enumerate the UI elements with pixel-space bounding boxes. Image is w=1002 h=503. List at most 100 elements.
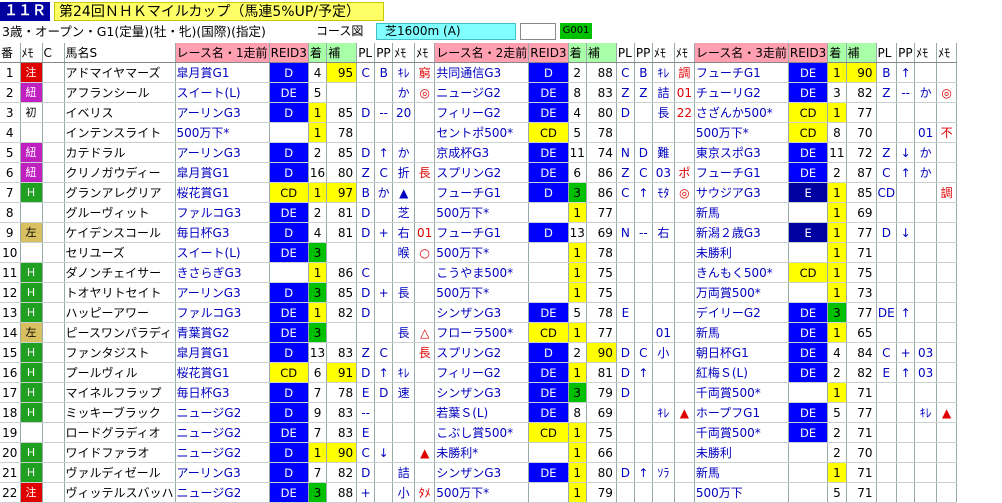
prev-race-name[interactable]: スプリンG2 (434, 342, 530, 363)
prev-race-name[interactable]: 桜花賞G1 (175, 362, 270, 383)
col-header-chaku2[interactable]: 着 (568, 43, 587, 63)
prev-race-name[interactable]: 万両賞500* (694, 282, 789, 303)
prev-race-name[interactable]: 500万下* (434, 202, 530, 223)
horse-name[interactable]: ファンタジスト (64, 342, 176, 363)
prev-race-name[interactable]: スプリンG2 (434, 162, 530, 183)
prev-race-name[interactable]: フィリーG2 (434, 362, 530, 383)
prev-race-name[interactable]: こうやま500* (434, 262, 530, 283)
prev-race-name[interactable]: ニュージG2 (175, 402, 270, 423)
prev-race-name[interactable]: ホープフG1 (694, 402, 789, 423)
prev-race-name[interactable]: デイリーG2 (694, 302, 789, 323)
prev-race-name[interactable]: フューチG1 (694, 62, 789, 83)
course-map-label[interactable]: コース図 (316, 23, 372, 40)
prev-race-name[interactable]: フィリーG2 (434, 102, 530, 123)
blank-field[interactable] (520, 23, 556, 40)
horse-mark[interactable]: H (20, 382, 43, 403)
horse-name[interactable]: ミッキーブラック (64, 402, 176, 423)
table-row[interactable]: 16 H プールヴィル 桜花賞G1 CD 6 91 D ↑ ｷﾚ フィリーG2 DE 1 81 D ↑ 紅梅Ｓ(… (0, 362, 958, 383)
table-row[interactable]: 1 注アドマイヤマーズ 皐月賞G1 D 4 95 C B ｷﾚ窮共同通信G3 D 2 88 C B ｷﾚ調フ… (0, 62, 958, 83)
col-header-me3[interactable]: ﾒﾓ (914, 43, 938, 63)
col-header-me1[interactable]: ﾒﾓ (392, 43, 416, 63)
prev-race-name[interactable]: 皐月賞G1 (175, 62, 270, 83)
horse-mark[interactable]: 紐 (20, 162, 43, 183)
prev-race-name[interactable]: チューリG2 (694, 82, 789, 103)
horse-name[interactable]: ケイデンスコール (64, 222, 176, 243)
prev-race-name[interactable]: 桜花賞G1 (175, 182, 270, 203)
horse-mark[interactable] (20, 122, 43, 143)
col-header-name[interactable]: 馬名S (64, 43, 176, 63)
prev-race-name[interactable]: 500万下* (434, 242, 530, 263)
col-header-chaku1[interactable]: 着 (308, 43, 328, 63)
prev-race-name[interactable]: 紅梅Ｓ(L) (694, 362, 789, 383)
horse-name[interactable]: マイネルフラップ (64, 382, 176, 403)
prev-race-name[interactable]: スイート(L) (175, 82, 270, 103)
prev-race-name[interactable]: こぶし賞500* (434, 422, 530, 443)
table-row[interactable]: 13 H ハッピーアワー ファルコG3 DE 1 82 D シンザンG3 DE 5 78 E デイリーG2… (0, 302, 958, 323)
table-row[interactable]: 5 紐カテドラル アーリンG3 D 2 85 D ↑ か京成杯G3 DE 11 74 N D 難東京スポG3… (0, 142, 958, 163)
prev-race-name[interactable]: 未勝利 (694, 242, 789, 263)
prev-race-name[interactable]: ニュージG2 (175, 482, 270, 503)
table-row[interactable]: 22 注 ヴィッテルスバッハ ニュージG2 DE 3 88 + 小ﾀﾒ 500万下* 1 79 500万… (0, 482, 958, 503)
prev-race-name[interactable]: 皐月賞G1 (175, 162, 270, 183)
col-header-pp1[interactable]: PP (374, 43, 394, 63)
horse-mark[interactable]: H (20, 262, 43, 283)
col-header-prev3[interactable]: レース名・3走前 (694, 43, 789, 63)
horse-mark[interactable] (20, 422, 43, 443)
horse-name[interactable]: ダノンチェイサー (64, 262, 176, 283)
prev-race-name[interactable]: 朝日杯G1 (694, 342, 789, 363)
prev-race-name[interactable]: フューチG1 (434, 222, 530, 243)
col-header-ho1[interactable]: 補 (326, 43, 358, 63)
prev-race-name[interactable]: 千両賞500* (694, 382, 789, 403)
horse-mark[interactable]: 紐 (20, 142, 43, 163)
col-header-memo2-2[interactable]: ﾒﾓ (674, 43, 695, 63)
prev-race-name[interactable]: 新馬 (694, 202, 789, 223)
col-header-memo[interactable]: ﾒﾓ (20, 43, 43, 63)
table-row[interactable]: 17 H マイネルフラップ 毎日杯G3 D 7 78 E D 速シンザンG3 DE 3 79 D 千両賞50… (0, 382, 958, 403)
prev-race-name[interactable]: フューチG1 (694, 162, 789, 183)
table-row[interactable]: 3 初イベリス アーリンG3 D 1 85 D -- 20 フィリーG2 DE 4 80 D 長 22 さざんか… (0, 102, 958, 123)
prev-race-name[interactable]: 青葉賞G2 (175, 322, 270, 343)
col-header-pci1[interactable]: REID3 (269, 43, 309, 63)
prev-race-name[interactable]: 京成杯G3 (434, 142, 530, 163)
col-header-pci2[interactable]: REID3 (528, 43, 569, 63)
prev-race-name[interactable]: 皐月賞G1 (175, 342, 270, 363)
horse-mark[interactable]: 注 (20, 482, 43, 503)
prev-race-name[interactable]: フローラ500* (434, 322, 530, 343)
prev-race-name[interactable]: 千両賞500* (694, 422, 789, 443)
prev-race-name[interactable]: きんもく500* (694, 262, 789, 283)
horse-name[interactable]: ロードグラディオ (64, 422, 176, 443)
horse-mark[interactable]: H (20, 402, 43, 423)
prev-race-name[interactable]: さざんか500* (694, 102, 789, 123)
prev-race-name[interactable]: ファルコG3 (175, 302, 270, 323)
prev-race-name[interactable]: フューチG1 (434, 182, 530, 203)
table-row[interactable]: 7 H グランアレグリア 桜花賞G1 CD 1 97 B か ▲ フューチG1 D 3 86 C ↑ ﾓﾀ ◎ サウ… (0, 182, 958, 203)
horse-mark[interactable]: 左 (20, 322, 43, 343)
horse-name[interactable]: グランアレグリア (64, 182, 176, 203)
col-header-pl3[interactable]: PL (876, 43, 898, 63)
prev-race-name[interactable]: 500万下* (434, 282, 530, 303)
table-row[interactable]: 11 H ダノンチェイサー きさらぎG3 1 86 C こうやま500* 1 75 きんもく500*… (0, 262, 958, 283)
table-row[interactable]: 9 左ケイデンスコール 毎日杯G3 D 4 81 D + 右 01 フューチG1 D 13 69 N -- 右新… (0, 222, 958, 243)
table-row[interactable]: 12 H トオヤリトセイト アーリンG3 D 3 85 D + 長 500万下* 1 75 万両賞500*… (0, 282, 958, 303)
prev-race-name[interactable]: シンザンG3 (434, 382, 530, 403)
horse-mark[interactable]: 紐 (20, 82, 43, 103)
horse-name[interactable]: インテンスライト (64, 122, 176, 143)
horse-mark[interactable]: H (20, 282, 43, 303)
horse-name[interactable]: アフランシール (64, 82, 176, 103)
horse-name[interactable]: クリノガウディー (64, 162, 176, 183)
prev-race-name[interactable]: スイート(L) (175, 242, 270, 263)
col-header-pci3[interactable]: REID3 (788, 43, 829, 63)
prev-race-name[interactable]: サウジアG3 (694, 182, 789, 203)
prev-race-name[interactable]: 500万下* (434, 482, 530, 503)
col-header-pp2[interactable]: PP (634, 43, 653, 63)
horse-name[interactable]: グルーヴィット (64, 202, 176, 223)
col-header-prev2[interactable]: レース名・2走前 (434, 43, 530, 63)
prev-race-name[interactable]: 東京スポG3 (694, 142, 789, 163)
col-header-ho3[interactable]: 補 (846, 43, 877, 63)
prev-race-name[interactable]: 500万下 (694, 482, 789, 503)
table-row[interactable]: 6 紐クリノガウディー 皐月賞G1 D 16 80 Z C 折長スプリンG2 DE 6 86 Z C 03 ポ… (0, 162, 958, 183)
prev-race-name[interactable]: 毎日杯G3 (175, 222, 270, 243)
col-header-memo2-3[interactable]: ﾒﾓ (936, 43, 958, 63)
horse-mark[interactable]: H (20, 362, 43, 383)
horse-name[interactable]: アドマイヤマーズ (64, 62, 176, 83)
